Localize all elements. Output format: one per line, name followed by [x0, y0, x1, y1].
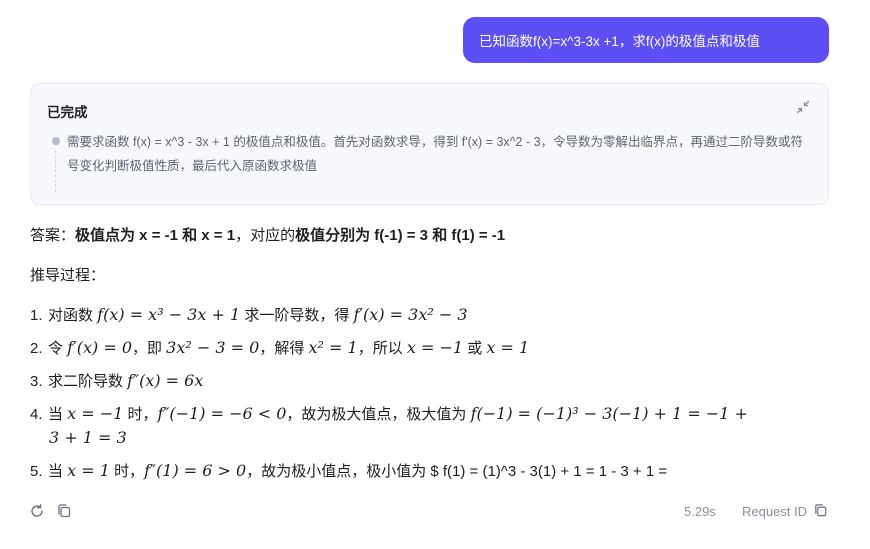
- copy-icon[interactable]: [56, 503, 72, 519]
- thinking-bullet-dot: [52, 137, 60, 145]
- thinking-content: 需要求函数 f(x) = x^3 - 3x + 1 的极值点和极值。首先对函数求…: [67, 135, 804, 173]
- step-5: 5. 当 x = 1 时，f″(1) = 6 > 0，故为极小值点，极小值为 $ …: [30, 461, 668, 480]
- user-message-bubble: 已知函数f(x)=x^3-3x +1，求f(x)的极值点和极值: [463, 17, 829, 63]
- step-3: 3. 求二阶导数 f″(x) = 6x: [30, 371, 204, 390]
- thinking-status-title: 已完成: [47, 105, 88, 120]
- answer-prefix: 答案：: [30, 227, 76, 244]
- step-1: 1. 对函数 f(x) = x³ − 3x + 1 求一阶导数，得 f′(x) =…: [30, 305, 468, 324]
- response-timing: 5.29s: [684, 504, 716, 519]
- collapse-icon[interactable]: [796, 100, 810, 114]
- copy-request-id-icon[interactable]: [813, 503, 828, 518]
- answer-extrema-points: 极值点为 x = -1 和 x = 1: [75, 227, 236, 244]
- step-4: 4. 当 x = −1 时，f″(−1) = −6 < 0，故为极大值点，极大值为…: [30, 404, 748, 423]
- step-1-math-derivative: f′(x) = 3x² − 3: [353, 305, 468, 324]
- answer-summary: 答案：极值点为 x = -1 和 x = 1，对应的极值分别为 f(-1) = …: [30, 224, 505, 245]
- answer-extrema-values: 极值分别为 f(-1) = 3 和 f(1) = -1: [295, 227, 506, 244]
- thinking-timeline-line: [55, 150, 56, 192]
- thinking-panel: 已完成 需要求函数 f(x) = x^3 - 3x + 1 的极值点和极值。首先…: [30, 83, 829, 205]
- answer-mid-text: ，对应的: [235, 227, 296, 244]
- step-4-continuation: 3 + 1 = 3: [49, 428, 127, 447]
- request-id-label[interactable]: Request ID: [742, 504, 807, 519]
- step-2: 2. 令 f′(x) = 0，即 3x² − 3 = 0，解得 x² = 1，所以…: [30, 338, 530, 357]
- refresh-icon[interactable]: [29, 503, 45, 519]
- step-1-math-function: f(x) = x³ − 3x + 1: [97, 305, 241, 324]
- derivation-label: 推导过程：: [30, 267, 106, 284]
- user-message-text: 已知函数f(x)=x^3-3x +1，求f(x)的极值点和极值: [479, 34, 760, 49]
